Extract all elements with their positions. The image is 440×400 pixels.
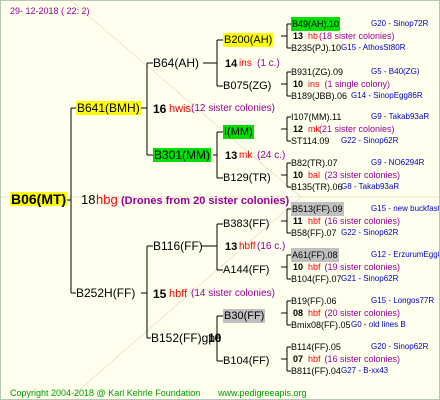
node-n10b152: 10 [208,331,222,345]
node-b64ah: B64(AH) [153,56,200,70]
node-b641: B641(BMH) [76,101,141,115]
node-n18: 18 [81,192,96,207]
leaf-dam-1: B189(JBB).06 [291,91,348,101]
leaf-link2-7[interactable]: G27 - B-xx43 [341,364,388,378]
node-ins_s: (1 c.) [257,58,280,69]
node-n14: 14 [225,58,238,70]
node-n13b: 13 [225,241,238,253]
pedigree-frame: 29- 12-2018 ( 22: 2) B06(MT) 18 hbg (Drones… [0,0,440,400]
node-hbff_s: (14 sister colonies) [191,288,275,299]
footer-website-link[interactable]: www.pedigreeapis.org [218,386,307,399]
leaf-dam-0: B235(PJ).10 [291,43,342,53]
node-drones: (Drones from 20 sister colonies) [121,195,290,207]
node-b383ff: B383(FF) [223,218,270,230]
node-n16: 16 [153,102,167,116]
node-hwis: hwis [169,103,192,115]
leaf-link2-4[interactable]: G22 - Sinop62R [341,226,398,240]
leaf-dam-3: B135(TR).06 [291,182,343,192]
node-hbff2: hbff [239,241,256,252]
node-mk: mk [239,150,253,161]
leaf-dam-2: ST114.09 [291,136,330,146]
leaf-dam-6: Bmix08(FF).05 [291,320,351,330]
node-b116ff: B116(FF) [153,239,203,253]
node-b104ff: B104(FF) [223,355,270,367]
leaf-link2-5[interactable]: G21 - Sinop62R [341,272,398,286]
footer-copyright: Copyright 2004-2018 @ Karl Kehrle Founda… [10,388,201,398]
node-hbff2_s: (16 c.) [257,241,286,252]
node-b301mm: B301(MM) [153,148,212,162]
node-n13: 13 [225,150,238,162]
node-n15: 15 [153,287,167,301]
node-b30ff: B30(FF) [223,309,266,323]
leaf-link2-3[interactable]: G8 - Takab93aR [341,180,399,194]
leaf-link2-1[interactable]: G14 - SinopEgg86R [351,89,423,103]
node-hbg: hbg [96,192,118,207]
node-b06: B06(MT) [10,191,68,207]
node-a144ff: A144(FF) [223,264,270,276]
leaf-dam-7: B811(FF).04 [291,366,341,376]
node-b075zg: B075(ZG) [223,80,272,92]
node-b200ah: B200(AH) [223,33,274,47]
node-ins: ins [239,58,252,69]
node-hbff: hbff [169,288,188,300]
leaf-dam-4: B58(FF).07 [291,228,337,238]
node-imm: I(MM) [223,125,254,139]
leaf-link2-0[interactable]: G15 - AthosSt80R [341,41,405,55]
node-hwis_s: (12 sister colonies) [191,103,275,114]
node-b129tr: B129(TR) [223,172,271,184]
leaf-dam-5: B104(FF).07 [291,274,342,284]
leaf-link2-2[interactable]: G22 - Sinop62R [341,134,398,148]
leaf-link2-6[interactable]: G0 - old lines B [351,318,406,332]
node-mk_s: (24 c.) [257,150,286,161]
pedigree-tree: B06(MT) 18 hbg (Drones from 20 sister colon… [1,1,439,399]
node-b252h: B252H(FF) [76,286,136,300]
